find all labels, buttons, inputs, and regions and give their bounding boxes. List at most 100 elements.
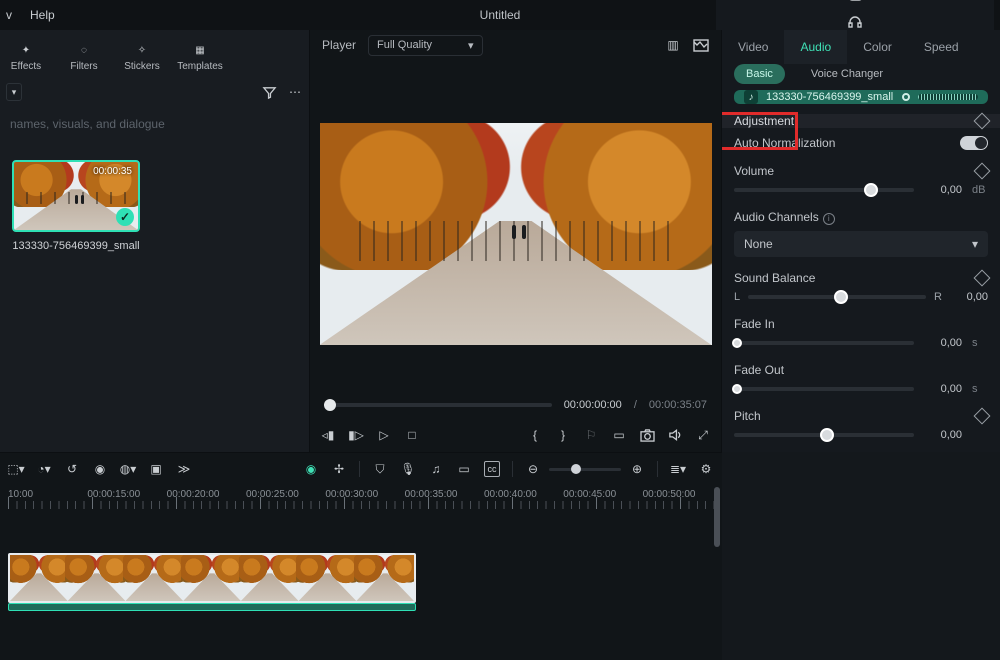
volume-unit: dB	[972, 184, 988, 196]
tab-color[interactable]: Color	[847, 30, 908, 64]
properties-panel: Video Audio Color Speed Basic Voice Chan…	[722, 30, 1000, 452]
zoom-out-icon[interactable]: ⊖	[525, 461, 541, 477]
stop-icon[interactable]: □	[404, 427, 420, 443]
audio-clip-name: 133330-756469399_small	[766, 91, 893, 103]
tab-templates[interactable]: ▦Templates	[178, 42, 222, 72]
snapshot-icon[interactable]	[693, 37, 709, 53]
layout-icon: ▦	[192, 42, 208, 58]
audio-waveform	[918, 94, 978, 100]
zoom-in-icon[interactable]: ⊕	[629, 461, 645, 477]
audio-clip-tile[interactable]: ♪ 133330-756469399_small	[734, 90, 988, 104]
pitch-slider[interactable]	[734, 433, 914, 437]
fadeout-label: Fade Out	[734, 363, 988, 377]
sparkle-icon: ✦	[18, 42, 34, 58]
tab-stickers[interactable]: ✧Stickers	[120, 42, 164, 72]
music-icon[interactable]: ♫	[428, 461, 444, 477]
timeline-tracks[interactable]	[0, 513, 722, 660]
fadeout-value[interactable]: 0,00	[924, 383, 962, 395]
quality-dropdown[interactable]: Full Quality▾	[368, 35, 483, 56]
volume-keyframe-icon[interactable]	[974, 163, 991, 180]
pip-icon[interactable]: ▭	[456, 461, 472, 477]
cc-icon[interactable]: cc	[484, 461, 500, 477]
info-icon[interactable]: i	[823, 213, 835, 225]
tab-video[interactable]: Video	[722, 30, 784, 64]
pitch-keyframe-icon[interactable]	[974, 407, 991, 424]
cloud-icon[interactable]	[847, 0, 863, 4]
timeline-ruler[interactable]: 10:00 00:00:15:00 00:00:20:00 00:00:25:0…	[0, 485, 722, 513]
auto-normalization-toggle[interactable]	[960, 136, 988, 150]
player-viewport[interactable]	[320, 123, 712, 345]
settings-icon[interactable]: ⚙	[698, 461, 714, 477]
mic-icon[interactable]: 🎙	[400, 461, 416, 477]
tag-tool-icon[interactable]: ◔▾	[36, 461, 52, 477]
filter-icon[interactable]	[261, 84, 277, 100]
more-icon[interactable]: ⋯	[287, 84, 303, 100]
player-total-time: 00:00:35:07	[649, 399, 707, 411]
tab-filters[interactable]: ◌Filters	[62, 42, 106, 72]
media-sort-dropdown[interactable]: ▾	[6, 83, 22, 101]
subtab-voice-changer[interactable]: Voice Changer	[799, 64, 895, 84]
tab-audio[interactable]: Audio	[784, 30, 847, 64]
volume-icon[interactable]	[667, 427, 683, 443]
color-tool-icon[interactable]: ◍▾	[120, 461, 136, 477]
auto-normalization-label: Auto Normalization	[734, 136, 960, 150]
mark-out-icon[interactable]: }	[555, 427, 571, 443]
fullscreen-icon[interactable]: ⤢	[695, 427, 711, 443]
balance-left-label: L	[734, 291, 740, 303]
fadeout-slider[interactable]	[734, 387, 914, 391]
media-thumbnail[interactable]: 00:00:35 ✓ 133330-756469399_small	[12, 160, 140, 252]
balance-keyframe-icon[interactable]	[974, 269, 991, 286]
camera-icon[interactable]	[639, 427, 655, 443]
speed-tool-icon[interactable]: ◉	[92, 461, 108, 477]
crop-tool-icon[interactable]: ▣	[148, 461, 164, 477]
select-tool-icon[interactable]: ⬚▾	[8, 461, 24, 477]
menu-help[interactable]: Help	[30, 8, 55, 22]
tab-speed[interactable]: Speed	[908, 30, 975, 64]
player-scrubber[interactable]	[324, 403, 552, 407]
volume-value[interactable]: 0,00	[924, 184, 962, 196]
marker-icon[interactable]: ⚐	[583, 427, 599, 443]
subtab-basic[interactable]: Basic	[734, 64, 785, 84]
history-icon[interactable]: ↺	[64, 461, 80, 477]
adjustment-header[interactable]: Adjustment	[722, 114, 1000, 128]
pitch-value[interactable]: 0,00	[924, 429, 962, 441]
fadein-value[interactable]: 0,00	[924, 337, 962, 349]
headphones-icon[interactable]	[847, 14, 863, 30]
ai-icon[interactable]: ◉	[303, 461, 319, 477]
shield-icon[interactable]: ⛉	[372, 461, 388, 477]
compare-icon[interactable]: ▥	[665, 37, 681, 53]
play-backward-icon[interactable]: ▮▷	[348, 427, 364, 443]
list-view-icon[interactable]: ≣▾	[670, 461, 686, 477]
chevron-down-icon: ▾	[972, 237, 978, 251]
fadein-slider[interactable]	[734, 341, 914, 345]
thumb-added-icon: ✓	[116, 208, 134, 226]
fadeout-unit: s	[972, 383, 988, 395]
player-current-time: 00:00:00:00	[564, 399, 622, 411]
thumb-duration: 00:00:35	[93, 166, 132, 177]
media-search[interactable]: names, visuals, and dialogue	[0, 106, 309, 142]
chevron-down-icon: ▾	[468, 39, 474, 52]
prev-frame-icon[interactable]: ◃▮	[320, 427, 336, 443]
balance-value[interactable]: 0,00	[950, 291, 988, 303]
menu-view[interactable]: v	[6, 8, 12, 22]
more-tools-icon[interactable]: ≫	[176, 461, 192, 477]
keyframe-icon[interactable]	[974, 113, 991, 130]
pitch-label: Pitch	[734, 409, 976, 423]
sparkle-tool-icon[interactable]: ✢	[331, 461, 347, 477]
player-time-sep: /	[634, 399, 637, 411]
title-bar: v Help Untitled Purchase Export▾ — ▢ ✕	[0, 0, 1000, 30]
channels-select[interactable]: None▾	[734, 231, 988, 257]
zoom-slider[interactable]	[549, 468, 621, 471]
video-clip[interactable]	[8, 553, 416, 603]
mark-in-icon[interactable]: {	[527, 427, 543, 443]
balance-right-label: R	[934, 291, 942, 303]
display-icon[interactable]: ▭	[611, 427, 627, 443]
play-icon[interactable]: ▷	[376, 427, 392, 443]
tab-effects[interactable]: ✦Effects	[4, 42, 48, 72]
audio-track-clip[interactable]	[8, 603, 416, 611]
volume-slider[interactable]	[734, 188, 914, 192]
keyframe-dot-icon	[902, 93, 910, 101]
balance-label: Sound Balance	[734, 271, 976, 285]
channels-label: Audio Channelsi	[734, 210, 988, 225]
balance-slider[interactable]	[748, 295, 926, 299]
